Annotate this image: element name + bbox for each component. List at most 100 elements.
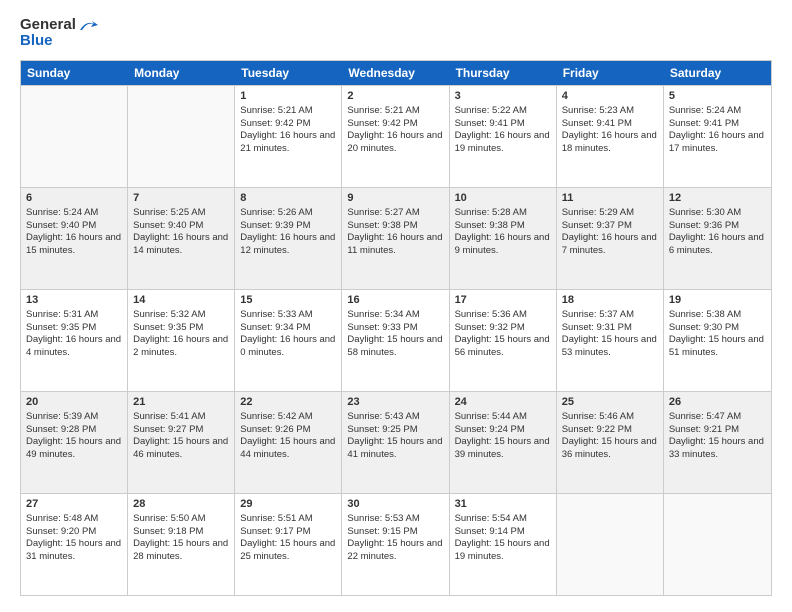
header-day-thursday: Thursday (450, 61, 557, 85)
sun-info: Sunrise: 5:50 AMSunset: 9:18 PMDaylight:… (133, 513, 229, 564)
day-number: 30 (347, 497, 443, 512)
header-day-saturday: Saturday (664, 61, 771, 85)
sun-info: Sunrise: 5:44 AMSunset: 9:24 PMDaylight:… (455, 411, 551, 462)
day-number: 2 (347, 89, 443, 104)
day-cell-12: 12Sunrise: 5:30 AMSunset: 9:36 PMDayligh… (664, 188, 771, 289)
sun-info: Sunrise: 5:41 AMSunset: 9:27 PMDaylight:… (133, 411, 229, 462)
day-cell-7: 7Sunrise: 5:25 AMSunset: 9:40 PMDaylight… (128, 188, 235, 289)
day-number: 17 (455, 293, 551, 308)
day-cell-18: 18Sunrise: 5:37 AMSunset: 9:31 PMDayligh… (557, 290, 664, 391)
header-day-sunday: Sunday (21, 61, 128, 85)
calendar-row-4: 20Sunrise: 5:39 AMSunset: 9:28 PMDayligh… (21, 391, 771, 493)
calendar-row-2: 6Sunrise: 5:24 AMSunset: 9:40 PMDaylight… (21, 187, 771, 289)
calendar-row-1: 1Sunrise: 5:21 AMSunset: 9:42 PMDaylight… (21, 85, 771, 187)
day-number: 5 (669, 89, 766, 104)
sun-info: Sunrise: 5:39 AMSunset: 9:28 PMDaylight:… (26, 411, 122, 462)
day-cell-26: 26Sunrise: 5:47 AMSunset: 9:21 PMDayligh… (664, 392, 771, 493)
day-number: 16 (347, 293, 443, 308)
calendar: SundayMondayTuesdayWednesdayThursdayFrid… (20, 60, 772, 596)
day-cell-21: 21Sunrise: 5:41 AMSunset: 9:27 PMDayligh… (128, 392, 235, 493)
day-cell-25: 25Sunrise: 5:46 AMSunset: 9:22 PMDayligh… (557, 392, 664, 493)
day-cell-20: 20Sunrise: 5:39 AMSunset: 9:28 PMDayligh… (21, 392, 128, 493)
day-cell-27: 27Sunrise: 5:48 AMSunset: 9:20 PMDayligh… (21, 494, 128, 595)
day-number: 6 (26, 191, 122, 206)
day-number: 11 (562, 191, 658, 206)
sun-info: Sunrise: 5:32 AMSunset: 9:35 PMDaylight:… (133, 309, 229, 360)
header: General Blue (20, 16, 772, 50)
sun-info: Sunrise: 5:42 AMSunset: 9:26 PMDaylight:… (240, 411, 336, 462)
day-number: 1 (240, 89, 336, 104)
day-number: 15 (240, 293, 336, 308)
day-number: 18 (562, 293, 658, 308)
day-number: 12 (669, 191, 766, 206)
day-number: 10 (455, 191, 551, 206)
day-number: 7 (133, 191, 229, 206)
day-cell-2: 2Sunrise: 5:21 AMSunset: 9:42 PMDaylight… (342, 86, 449, 187)
day-cell-13: 13Sunrise: 5:31 AMSunset: 9:35 PMDayligh… (21, 290, 128, 391)
day-cell-1: 1Sunrise: 5:21 AMSunset: 9:42 PMDaylight… (235, 86, 342, 187)
day-cell-4: 4Sunrise: 5:23 AMSunset: 9:41 PMDaylight… (557, 86, 664, 187)
sun-info: Sunrise: 5:27 AMSunset: 9:38 PMDaylight:… (347, 207, 443, 258)
calendar-row-3: 13Sunrise: 5:31 AMSunset: 9:35 PMDayligh… (21, 289, 771, 391)
sun-info: Sunrise: 5:29 AMSunset: 9:37 PMDaylight:… (562, 207, 658, 258)
day-cell-3: 3Sunrise: 5:22 AMSunset: 9:41 PMDaylight… (450, 86, 557, 187)
day-number: 9 (347, 191, 443, 206)
sun-info: Sunrise: 5:48 AMSunset: 9:20 PMDaylight:… (26, 513, 122, 564)
day-number: 23 (347, 395, 443, 410)
sun-info: Sunrise: 5:24 AMSunset: 9:41 PMDaylight:… (669, 105, 766, 156)
sun-info: Sunrise: 5:31 AMSunset: 9:35 PMDaylight:… (26, 309, 122, 360)
calendar-body: 1Sunrise: 5:21 AMSunset: 9:42 PMDaylight… (21, 85, 771, 595)
sun-info: Sunrise: 5:21 AMSunset: 9:42 PMDaylight:… (240, 105, 336, 156)
sun-info: Sunrise: 5:26 AMSunset: 9:39 PMDaylight:… (240, 207, 336, 258)
day-number: 13 (26, 293, 122, 308)
sun-info: Sunrise: 5:21 AMSunset: 9:42 PMDaylight:… (347, 105, 443, 156)
day-number: 29 (240, 497, 336, 512)
sun-info: Sunrise: 5:30 AMSunset: 9:36 PMDaylight:… (669, 207, 766, 258)
sun-info: Sunrise: 5:47 AMSunset: 9:21 PMDaylight:… (669, 411, 766, 462)
day-cell-17: 17Sunrise: 5:36 AMSunset: 9:32 PMDayligh… (450, 290, 557, 391)
sun-info: Sunrise: 5:33 AMSunset: 9:34 PMDaylight:… (240, 309, 336, 360)
empty-cell (128, 86, 235, 187)
sun-info: Sunrise: 5:53 AMSunset: 9:15 PMDaylight:… (347, 513, 443, 564)
empty-cell (664, 494, 771, 595)
header-day-wednesday: Wednesday (342, 61, 449, 85)
day-number: 14 (133, 293, 229, 308)
day-number: 3 (455, 89, 551, 104)
day-number: 25 (562, 395, 658, 410)
day-cell-30: 30Sunrise: 5:53 AMSunset: 9:15 PMDayligh… (342, 494, 449, 595)
sun-info: Sunrise: 5:22 AMSunset: 9:41 PMDaylight:… (455, 105, 551, 156)
logo: General Blue (20, 16, 100, 50)
sun-info: Sunrise: 5:36 AMSunset: 9:32 PMDaylight:… (455, 309, 551, 360)
day-cell-10: 10Sunrise: 5:28 AMSunset: 9:38 PMDayligh… (450, 188, 557, 289)
header-day-friday: Friday (557, 61, 664, 85)
day-cell-16: 16Sunrise: 5:34 AMSunset: 9:33 PMDayligh… (342, 290, 449, 391)
day-cell-31: 31Sunrise: 5:54 AMSunset: 9:14 PMDayligh… (450, 494, 557, 595)
logo-blue-text: Blue (20, 32, 100, 50)
header-day-tuesday: Tuesday (235, 61, 342, 85)
sun-info: Sunrise: 5:23 AMSunset: 9:41 PMDaylight:… (562, 105, 658, 156)
calendar-row-5: 27Sunrise: 5:48 AMSunset: 9:20 PMDayligh… (21, 493, 771, 595)
day-cell-23: 23Sunrise: 5:43 AMSunset: 9:25 PMDayligh… (342, 392, 449, 493)
sun-info: Sunrise: 5:38 AMSunset: 9:30 PMDaylight:… (669, 309, 766, 360)
day-cell-5: 5Sunrise: 5:24 AMSunset: 9:41 PMDaylight… (664, 86, 771, 187)
sun-info: Sunrise: 5:46 AMSunset: 9:22 PMDaylight:… (562, 411, 658, 462)
day-number: 20 (26, 395, 122, 410)
day-number: 31 (455, 497, 551, 512)
day-number: 4 (562, 89, 658, 104)
page: General Blue SundayMondayTuesdayWednesda… (0, 0, 792, 612)
day-number: 27 (26, 497, 122, 512)
sun-info: Sunrise: 5:43 AMSunset: 9:25 PMDaylight:… (347, 411, 443, 462)
sun-info: Sunrise: 5:51 AMSunset: 9:17 PMDaylight:… (240, 513, 336, 564)
day-number: 19 (669, 293, 766, 308)
calendar-header: SundayMondayTuesdayWednesdayThursdayFrid… (21, 61, 771, 85)
day-cell-29: 29Sunrise: 5:51 AMSunset: 9:17 PMDayligh… (235, 494, 342, 595)
sun-info: Sunrise: 5:34 AMSunset: 9:33 PMDaylight:… (347, 309, 443, 360)
day-cell-14: 14Sunrise: 5:32 AMSunset: 9:35 PMDayligh… (128, 290, 235, 391)
day-number: 26 (669, 395, 766, 410)
sun-info: Sunrise: 5:54 AMSunset: 9:14 PMDaylight:… (455, 513, 551, 564)
empty-cell (21, 86, 128, 187)
sun-info: Sunrise: 5:28 AMSunset: 9:38 PMDaylight:… (455, 207, 551, 258)
sun-info: Sunrise: 5:25 AMSunset: 9:40 PMDaylight:… (133, 207, 229, 258)
day-number: 22 (240, 395, 336, 410)
day-cell-6: 6Sunrise: 5:24 AMSunset: 9:40 PMDaylight… (21, 188, 128, 289)
